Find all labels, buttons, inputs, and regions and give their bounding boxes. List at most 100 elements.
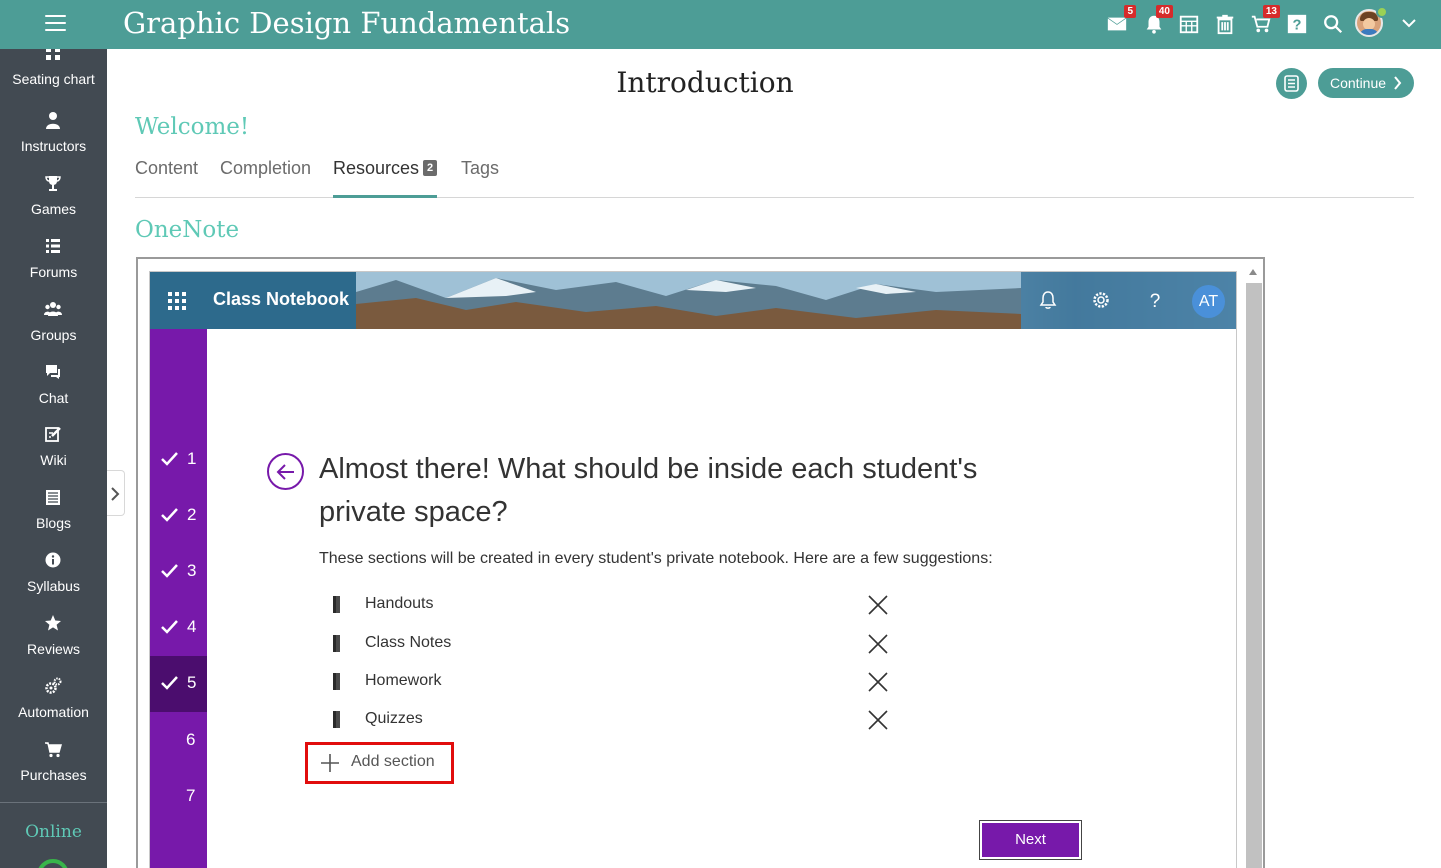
chat-icon	[46, 365, 60, 379]
tab-content[interactable]: Content	[135, 158, 198, 198]
sidebar-item-instructors[interactable]: Instructors	[0, 108, 107, 170]
tab-tags[interactable]: Tags	[461, 158, 499, 198]
remove-section-icon[interactable]	[867, 671, 889, 693]
sidebar-item-label: Syllabus	[27, 578, 80, 594]
star-icon	[45, 615, 61, 631]
settings-gear-icon[interactable]	[1091, 290, 1111, 310]
section-name: Handouts	[365, 595, 434, 612]
embed-scrollbar[interactable]	[1242, 259, 1263, 868]
course-title: Graphic Design Fundamentals	[123, 6, 571, 40]
sidebar-item-blogs[interactable]: Blogs	[0, 485, 107, 547]
chevron-right-icon	[111, 487, 120, 501]
messages-count-badge: 5	[1124, 5, 1136, 18]
menu-icon[interactable]	[45, 15, 66, 33]
wizard-step-4[interactable]: 4	[150, 600, 207, 656]
onenote-app-title: Class Notebook	[213, 289, 350, 309]
section-marker-icon	[333, 635, 340, 652]
top-bar: Graphic Design Fundamentals 5 40 13 ?	[0, 0, 1441, 49]
chevron-down-icon[interactable]	[1401, 15, 1417, 31]
continue-button-label: Continue	[1330, 75, 1387, 91]
plus-icon	[321, 754, 339, 772]
add-section-label: Add section	[351, 753, 435, 770]
section-row: Class Notes	[333, 629, 893, 659]
remove-section-icon[interactable]	[867, 709, 889, 731]
tab-resources[interactable]: Resources 2	[333, 158, 438, 198]
wizard-step-6[interactable]: 6	[150, 713, 207, 769]
section-marker-icon	[333, 596, 340, 613]
online-status-label: Online	[25, 822, 82, 842]
online-status-dot	[1376, 6, 1388, 18]
gears-icon	[45, 677, 62, 694]
sidebar-item-groups[interactable]: Groups	[0, 297, 107, 359]
remove-section-icon[interactable]	[867, 633, 889, 655]
seating-chart-icon	[46, 49, 60, 60]
section-marker-icon	[333, 711, 340, 728]
sidebar-item-label: Reviews	[27, 641, 80, 657]
cart-icon	[45, 742, 62, 758]
scrollbar-thumb[interactable]	[1246, 283, 1262, 868]
messages-icon[interactable]: 5	[1104, 5, 1136, 36]
sidebar-divider	[0, 802, 107, 803]
continue-button[interactable]: Continue	[1318, 68, 1414, 98]
bell-icon[interactable]	[1038, 290, 1058, 310]
notifications-count-badge: 40	[1155, 5, 1173, 18]
trophy-icon	[45, 176, 61, 191]
sidebar-item-label: Games	[30, 201, 77, 217]
app-launcher-icon[interactable]	[168, 292, 186, 310]
onenote-header: Class Notebook ? AT	[150, 272, 1236, 329]
wizard-step-3[interactable]: 3	[150, 544, 207, 600]
sidebar-item-seating-chart[interactable]: Seating chart	[0, 49, 107, 107]
sidebar-item-syllabus[interactable]: Syllabus	[0, 548, 107, 610]
sidebar-item-chat[interactable]: Chat	[0, 360, 107, 422]
notifications-icon[interactable]: 40	[1141, 5, 1173, 36]
sidebar-item-reviews[interactable]: Reviews	[0, 611, 107, 673]
section-row: Quizzes	[333, 705, 893, 735]
trash-icon[interactable]	[1212, 10, 1238, 36]
page-title: Introduction	[616, 66, 794, 99]
notebook-icon	[1284, 75, 1299, 92]
add-section-button[interactable]: Add section	[305, 742, 454, 784]
section-name: Class Notes	[365, 634, 452, 651]
checkmark-icon	[161, 676, 178, 690]
next-button[interactable]: Next	[979, 820, 1082, 860]
instructor-icon	[46, 112, 60, 129]
cart-icon[interactable]: 13	[1248, 5, 1280, 36]
remove-section-icon[interactable]	[867, 594, 889, 616]
wizard-step-5[interactable]: 5	[150, 656, 207, 712]
tab-completion[interactable]: Completion	[220, 158, 311, 198]
wiki-icon	[45, 427, 61, 442]
help-icon[interactable]: ?	[1145, 290, 1165, 312]
onenote-user-avatar[interactable]: AT	[1192, 285, 1225, 318]
wizard-step-7[interactable]: 7	[150, 769, 207, 825]
sidebar-item-games[interactable]: Games	[0, 171, 107, 233]
calendar-icon[interactable]	[1176, 10, 1202, 36]
back-button[interactable]	[267, 453, 304, 490]
wizard-step-2[interactable]: 2	[150, 488, 207, 544]
sidebar-item-forums[interactable]: Forums	[0, 234, 107, 296]
section-row: Handouts	[333, 590, 893, 620]
sidebar-item-label: Instructors	[20, 138, 87, 154]
notebook-button[interactable]	[1276, 68, 1307, 99]
arrow-left-icon	[276, 464, 294, 480]
chevron-right-icon	[1394, 76, 1402, 90]
sidebar-item-label: Wiki	[40, 452, 67, 468]
wizard-step-1[interactable]: 1	[150, 432, 207, 488]
unit-tabs: Content Completion Resources 2 Tags	[135, 158, 1414, 198]
sidebar-item-wiki[interactable]: Wiki	[0, 422, 107, 484]
onenote-app: Class Notebook ? AT 1 2 3 4 5 6 7 Almost…	[149, 271, 1237, 868]
header-banner-image	[356, 272, 1021, 329]
scroll-up-arrow-icon[interactable]	[1249, 269, 1257, 275]
sidebar-item-label: Automation	[18, 704, 89, 720]
sidebar: Seating chart Instructors Games Forums G…	[0, 49, 107, 868]
sidebar-item-automation[interactable]: Automation	[0, 674, 107, 736]
groups-icon	[44, 302, 62, 316]
section-name: Quizzes	[365, 710, 423, 727]
search-icon[interactable]	[1320, 10, 1346, 36]
checkmark-icon	[161, 564, 178, 578]
wizard-steps: 1 2 3 4 5 6 7	[150, 329, 207, 868]
sidebar-toggle[interactable]	[107, 470, 125, 516]
help-icon[interactable]: ?	[1284, 10, 1310, 36]
cart-count-badge: 13	[1262, 5, 1280, 18]
svg-text:?: ?	[1293, 18, 1302, 34]
sidebar-item-purchases[interactable]: Purchases	[0, 737, 107, 799]
